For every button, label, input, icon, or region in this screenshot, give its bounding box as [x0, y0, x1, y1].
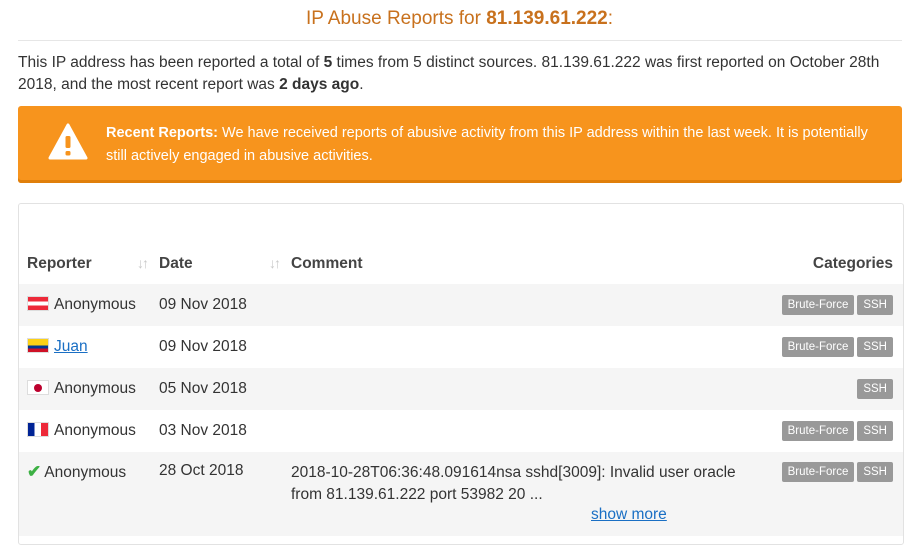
recent-reports-alert: Recent Reports: We have received reports… — [18, 106, 902, 183]
report-date: 09 Nov 2018 — [159, 284, 291, 326]
table-row: Anonymous 09 Nov 2018 Brute-Force SSH — [19, 284, 903, 326]
category-badge[interactable]: Brute-Force — [781, 337, 855, 357]
category-badge[interactable]: Brute-Force — [781, 295, 855, 315]
reporter-name: Anonymous — [54, 380, 136, 397]
categories-cell: Brute-Force SSH — [751, 326, 903, 368]
report-count: 5 — [323, 54, 333, 71]
report-comment — [291, 284, 751, 326]
column-date-label: Date — [159, 255, 193, 272]
title-prefix: IP Abuse Reports for — [305, 8, 481, 29]
comment-cell: 2018-10-28T06:36:48.091614nsa sshd[3009]… — [291, 452, 751, 536]
category-badge[interactable]: Brute-Force — [781, 421, 855, 441]
category-badge[interactable]: Brute-Force — [781, 462, 855, 482]
summary-text-1: This IP address has been reported a tota… — [18, 54, 324, 71]
report-summary: This IP address has been reported a tota… — [18, 52, 898, 96]
category-badge[interactable]: SSH — [857, 379, 893, 399]
sort-icon[interactable]: ↓↑ — [137, 255, 149, 271]
report-comment — [291, 410, 751, 452]
categories-cell: SSH — [751, 368, 903, 410]
column-comment: Comment — [291, 255, 363, 272]
report-date: 28 Oct 2018 — [159, 452, 291, 536]
categories-cell: Brute-Force SSH — [751, 452, 903, 536]
title-ip: 81.139.61.222 — [486, 8, 608, 29]
recent-report-age: 2 days ago — [279, 76, 360, 93]
ip-report-page: IP Abuse Reports for 81.139.61.222: This… — [0, 0, 919, 545]
divider — [18, 40, 902, 41]
show-more-link[interactable]: show more — [591, 506, 751, 524]
colombia-flag-icon — [27, 338, 49, 353]
reporter-cell: Juan — [19, 326, 159, 368]
warning-triangle-icon — [48, 123, 88, 160]
title-suffix: : — [607, 8, 614, 29]
alert-message: Recent Reports: We have received reports… — [106, 122, 886, 168]
japan-flag-icon — [27, 380, 49, 395]
category-badge[interactable]: SSH — [857, 295, 893, 315]
page-title: IP Abuse Reports for 81.139.61.222: — [0, 8, 919, 30]
reporter-cell: ✔ Anonymous — [19, 452, 159, 536]
column-reporter-label: Reporter — [27, 255, 92, 272]
column-reporter[interactable]: Reporter ↓↑ — [19, 244, 159, 284]
report-comment — [291, 368, 751, 410]
reporter-name: Anonymous — [54, 296, 136, 313]
verified-check-icon: ✔ — [27, 462, 42, 481]
table-row: Juan 09 Nov 2018 Brute-Force SSH — [19, 326, 903, 368]
summary-text-3: . — [359, 76, 364, 93]
table-row: ✔ Anonymous 28 Oct 2018 2018-10-28T06:36:… — [19, 452, 903, 536]
column-date[interactable]: Date ↓↑ — [159, 244, 291, 284]
alert-heading: Recent Reports: — [106, 125, 218, 141]
sort-icon[interactable]: ↓↑ — [269, 255, 281, 271]
report-date: 05 Nov 2018 — [159, 368, 291, 410]
report-comment — [291, 326, 751, 368]
reports-panel: Reporter ↓↑ Date ↓↑ Comment Categories Ano… — [18, 203, 904, 545]
table-row: Anonymous 03 Nov 2018 Brute-Force SSH — [19, 410, 903, 452]
category-badge[interactable]: SSH — [857, 337, 893, 357]
reporter-name: Anonymous — [44, 464, 127, 481]
report-date: 09 Nov 2018 — [159, 338, 247, 355]
table-row: Anonymous 05 Nov 2018 SSH — [19, 368, 903, 410]
category-badge[interactable]: SSH — [857, 462, 893, 482]
austria-flag-icon — [27, 296, 49, 311]
reporter-cell: Anonymous — [19, 368, 159, 410]
table-header-row: Reporter ↓↑ Date ↓↑ Comment Categories — [19, 244, 903, 284]
france-flag-icon — [27, 422, 49, 437]
reporter-link[interactable]: Juan — [54, 338, 88, 355]
alert-text: We have received reports of abusive acti… — [106, 125, 868, 164]
categories-cell: Brute-Force SSH — [751, 284, 903, 326]
categories-cell: Brute-Force SSH — [751, 410, 903, 452]
reporter-name: Anonymous — [54, 422, 136, 439]
category-badge[interactable]: SSH — [857, 421, 893, 441]
reports-table: Reporter ↓↑ Date ↓↑ Comment Categories Ano… — [19, 244, 903, 536]
column-categories: Categories — [812, 255, 893, 272]
report-comment: 2018-10-28T06:36:48.091614nsa sshd[3009]… — [291, 464, 736, 503]
reporter-cell: Anonymous — [19, 410, 159, 452]
reporter-cell: Anonymous — [19, 284, 159, 326]
report-date: 03 Nov 2018 — [159, 422, 247, 439]
